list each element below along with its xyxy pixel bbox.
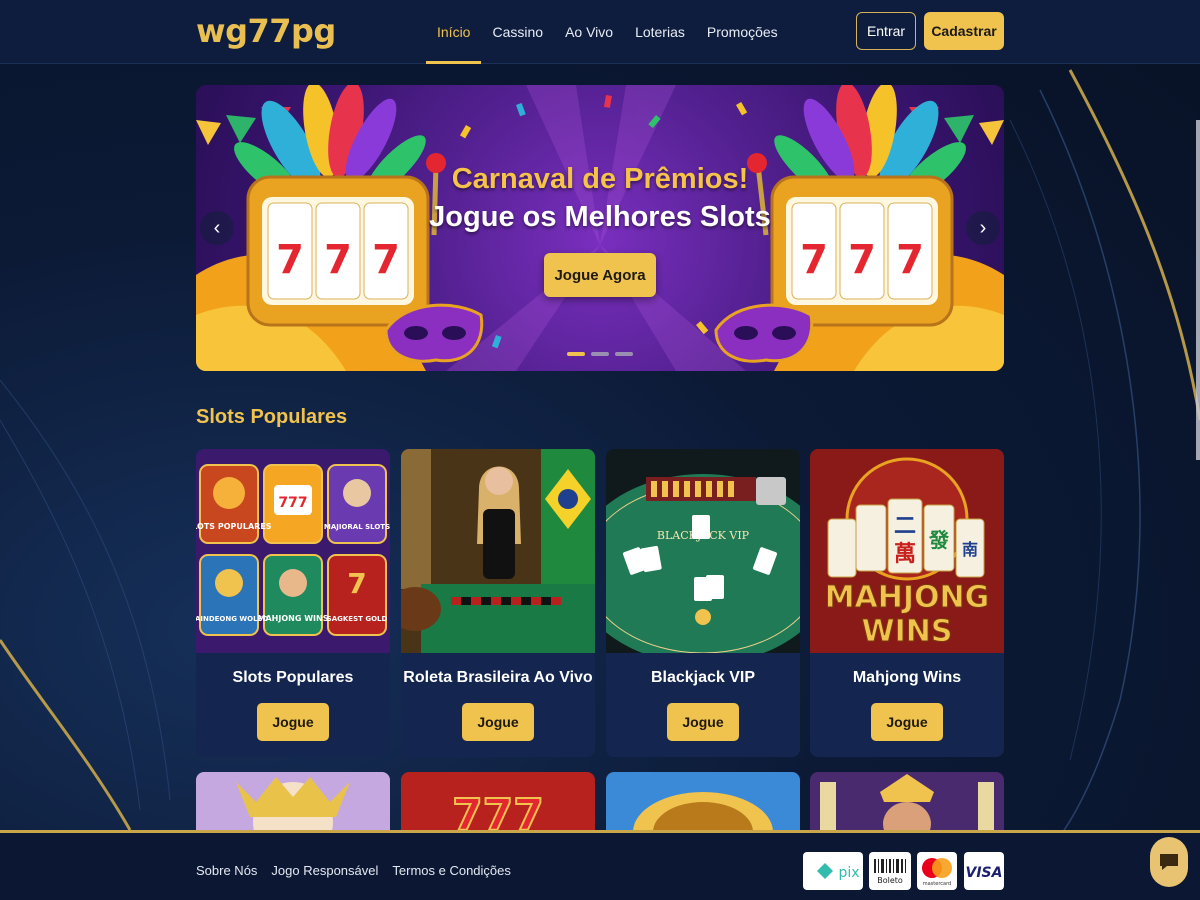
brand-logo[interactable]: wg77pg: [196, 12, 336, 50]
section-title: Slots Populares: [196, 406, 348, 428]
footer-link-jogo-responsavel[interactable]: Jogo Responsável: [271, 863, 378, 878]
carousel-dot-3[interactable]: [615, 352, 633, 356]
game-card-next-2[interactable]: 777: [401, 772, 595, 832]
boleto-payment-icon: Boleto: [869, 852, 911, 890]
game-card-blackjack-vip[interactable]: BLACKJACK VIP Blackjack VIP Jogue: [606, 449, 800, 757]
game-thumbnail: [401, 449, 595, 653]
game-title: Mahjong Wins: [852, 669, 962, 686]
hero-title-line1: Carnaval de Prêmios!: [451, 163, 749, 195]
art-line2: WINS: [862, 614, 953, 649]
chevron-right-icon[interactable]: ›: [966, 211, 1000, 245]
nav-item-ao-vivo[interactable]: Ao Vivo: [554, 0, 624, 64]
carousel-dots: [567, 352, 633, 356]
hero-play-now-button[interactable]: Jogue Agora: [544, 253, 656, 297]
game-thumbnail: 7 SLOTS POPULARES 777 MAJIORAL SLOTS BAI…: [196, 449, 390, 653]
game-card-next-3[interactable]: [606, 772, 800, 832]
chat-icon[interactable]: [1150, 837, 1188, 887]
game-thumbnail: 二 萬 發 南 MAHJONG WINS: [810, 449, 1004, 653]
game-title: Blackjack VIP: [650, 669, 756, 686]
footer: Sobre Nós Jogo Responsável Termos e Cond…: [0, 830, 1200, 900]
art-line1: MAHJONG: [825, 580, 990, 615]
game-card-slots-populares[interactable]: 7 SLOTS POPULARES 777 MAJIORAL SLOTS BAI…: [196, 449, 390, 757]
svg-text:7: 7: [896, 237, 924, 283]
login-button[interactable]: Entrar: [856, 12, 916, 50]
tile-label-1: SLOTS POPULARES: [196, 522, 272, 531]
footer-link-sobre[interactable]: Sobre Nós: [196, 863, 257, 878]
play-button[interactable]: Jogue: [462, 703, 534, 741]
svg-text:7: 7: [276, 237, 304, 283]
game-thumbnail: BLACKJACK VIP: [606, 449, 800, 653]
game-title: Slots Populares: [232, 669, 354, 686]
pix-payment-icon: pix: [803, 852, 863, 890]
play-button[interactable]: Jogue: [667, 703, 739, 741]
svg-text:Boleto: Boleto: [877, 876, 903, 885]
signup-button[interactable]: Cadastrar: [924, 12, 1004, 50]
tile-label-6: SAGKEST GOLD: [327, 615, 388, 623]
tile-glyph-2: 萬: [894, 542, 916, 567]
main-nav: Início Cassino Ao Vivo Loterias Promoçõe…: [426, 0, 789, 64]
hero-title-line2: Jogue os Melhores Slots: [429, 201, 771, 233]
slot-777-text: 777: [452, 790, 544, 832]
play-button[interactable]: Jogue: [257, 703, 329, 741]
tile-label-2: 777: [278, 495, 307, 511]
carousel-dot-1[interactable]: [567, 352, 585, 356]
nav-item-cassino[interactable]: Cassino: [481, 0, 554, 64]
play-button[interactable]: Jogue: [871, 703, 943, 741]
game-card-next-4[interactable]: [810, 772, 1004, 832]
game-card-roleta-brasileira[interactable]: Roleta Brasileira Ao Vivo Jogue: [401, 449, 595, 757]
top-header: wg77pg Início Cassino Ao Vivo Loterias P…: [0, 0, 1200, 64]
svg-text:pix: pix: [838, 865, 859, 881]
tile-glyph-1: 二: [894, 514, 916, 539]
tile-label-5: MAHJONG WINS: [258, 614, 329, 623]
carousel-dot-2[interactable]: [591, 352, 609, 356]
tile-glyph-3: 發: [928, 528, 949, 552]
svg-text:7: 7: [372, 237, 400, 283]
svg-text:mastercard: mastercard: [923, 881, 951, 887]
tile-glyph-4: 南: [962, 540, 978, 559]
hero-banner[interactable]: 7 7 7 7 7 7 Carnaval de Prêmios! Jogue o…: [196, 85, 1004, 371]
tile-label-3: MAJIORAL SLOTS: [324, 523, 390, 531]
chevron-left-icon[interactable]: ‹: [200, 211, 234, 245]
svg-text:7: 7: [800, 237, 828, 283]
visa-payment-icon: VISA: [964, 852, 1004, 890]
svg-text:7: 7: [324, 237, 352, 283]
mastercard-payment-icon: mastercard: [917, 852, 957, 890]
nav-item-inicio[interactable]: Início: [426, 0, 482, 64]
game-card-next-1[interactable]: [196, 772, 390, 832]
nav-item-loterias[interactable]: Loterias: [624, 0, 696, 64]
footer-links: Sobre Nós Jogo Responsável Termos e Cond…: [196, 863, 511, 878]
svg-text:7: 7: [347, 567, 366, 600]
nav-item-promocoes[interactable]: Promoções: [696, 0, 789, 64]
svg-text:7: 7: [848, 237, 876, 283]
game-title: Roleta Brasileira Ao Vivo: [403, 669, 593, 686]
footer-link-termos[interactable]: Termos e Condições: [392, 863, 511, 878]
svg-text:VISA: VISA: [966, 865, 1003, 881]
game-card-mahjong-wins[interactable]: 二 萬 發 南 MAHJONG WINS Mahjong Wins Jogue: [810, 449, 1004, 757]
